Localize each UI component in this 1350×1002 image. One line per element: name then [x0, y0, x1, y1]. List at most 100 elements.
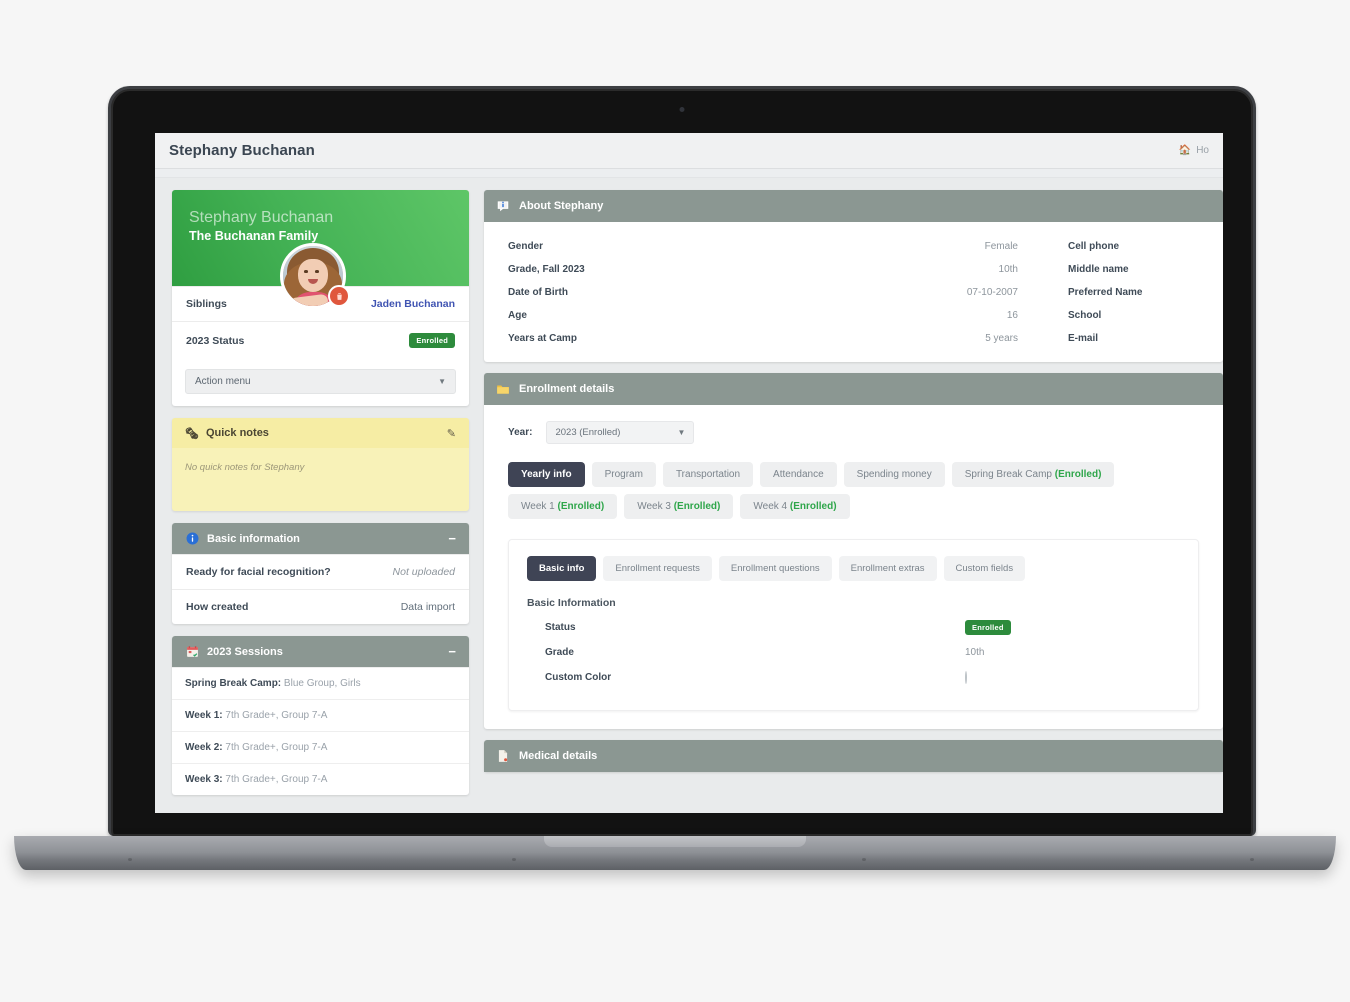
tab-label: Week 1: [521, 501, 555, 512]
facial-recognition-label: Ready for facial recognition?: [186, 566, 331, 578]
tab-label: Transportation: [675, 469, 741, 480]
tab-enrollment-questions[interactable]: Enrollment questions: [718, 556, 832, 581]
custom-color-swatch[interactable]: [965, 671, 967, 684]
collapse-sessions-button[interactable]: −: [448, 645, 456, 658]
sessions-panel: 2023 Sessions − Spring Break Camp: Blue …: [172, 636, 469, 795]
about-row: Gender Female Cell phone: [484, 235, 1223, 258]
status-label: 2023 Status: [186, 334, 245, 347]
action-menu-select[interactable]: Action menu ▼: [185, 369, 456, 394]
base-dot: [512, 858, 516, 861]
yearly-info-card: Basic info Enrollment requests Enrollmen…: [508, 539, 1199, 711]
inner-tabs: Basic info Enrollment requests Enrollmen…: [527, 556, 1180, 581]
basic-info-label: Grade: [545, 647, 574, 658]
basic-info-value: 10th: [965, 647, 985, 658]
laptop-screen: Stephany Buchanan 🏠 Ho Stephany Buchanan…: [155, 133, 1223, 813]
sessions-title: 2023 Sessions: [207, 645, 283, 658]
topbar-divider: [155, 169, 1223, 178]
tab-attendance[interactable]: Attendance: [760, 462, 837, 487]
tab-spring-break-camp[interactable]: Spring Break Camp (Enrolled): [951, 462, 1115, 487]
about-label-secondary: E-mail: [1068, 333, 1099, 344]
tab-enrolled-note: (Enrolled): [1054, 469, 1102, 480]
tab-basic-info[interactable]: Basic info: [527, 556, 597, 581]
about-row: Age 16 School: [484, 304, 1223, 327]
page-title: Stephany Buchanan: [169, 142, 315, 159]
year-select[interactable]: 2023 (Enrolled) ▼: [546, 421, 695, 444]
session-label: Week 1:: [185, 710, 223, 721]
collapse-basic-information-button[interactable]: −: [448, 532, 456, 545]
tab-label: Attendance: [773, 469, 824, 480]
about-label-secondary: School: [1068, 310, 1102, 321]
about-row: Date of Birth 07-10-2007 Preferred Name: [484, 281, 1223, 304]
tab-yearly-info[interactable]: Yearly info: [508, 462, 585, 487]
enrollment-tabs: Yearly info Program Transportation Atten…: [508, 462, 1199, 519]
tab-label: Spring Break Camp: [964, 469, 1052, 480]
tab-label: Spending money: [856, 469, 932, 480]
quick-notes-card: 🗞 Quick notes ✎ No quick notes for Steph…: [172, 418, 469, 511]
tab-week-4[interactable]: Week 4 (Enrolled): [740, 494, 850, 519]
info-circle-icon: [185, 532, 199, 546]
tab-custom-fields[interactable]: Custom fields: [943, 556, 1026, 581]
status-row: 2023 Status Enrolled: [172, 321, 469, 359]
about-value: 16: [1006, 310, 1018, 321]
basic-info-label: Custom Color: [545, 672, 612, 683]
basic-info-status-row: Status Enrolled: [527, 615, 1180, 640]
about-label-secondary: Preferred Name: [1068, 287, 1143, 298]
year-selector-row: Year: 2023 (Enrolled) ▼: [508, 421, 1199, 444]
chevron-down-icon: ▼: [677, 428, 686, 437]
avatar-face: [298, 259, 328, 292]
session-row: Week 3: 7th Grade+, Group 7-A: [172, 763, 469, 795]
medical-header: Medical details: [484, 740, 1223, 772]
main-content: Stephany Buchanan The Buchanan Family Si…: [155, 178, 1223, 813]
breadcrumb[interactable]: 🏠 Ho: [1179, 145, 1209, 156]
base-dot: [1250, 858, 1254, 861]
tab-week-3[interactable]: Week 3 (Enrolled): [624, 494, 734, 519]
basic-information-panel: Basic information − Ready for facial rec…: [172, 523, 469, 624]
app-window: Stephany Buchanan 🏠 Ho Stephany Buchanan…: [155, 133, 1223, 813]
tab-enrollment-extras[interactable]: Enrollment extras: [838, 556, 937, 581]
document-icon: [496, 749, 510, 763]
edit-icon[interactable]: ✎: [447, 427, 456, 440]
how-created-label: How created: [186, 601, 249, 613]
tab-enrolled-note: (Enrolled): [673, 501, 721, 512]
how-created-row: How created Data import: [172, 589, 469, 624]
basic-info-heading: Basic Information: [527, 597, 616, 609]
about-panel: About Stephany Gender Female Cell phone …: [484, 190, 1223, 362]
base-dot: [128, 858, 132, 861]
about-value: 5 years: [985, 333, 1018, 344]
about-value: 07-10-2007: [966, 287, 1018, 298]
webcam-icon: [679, 107, 685, 112]
main-column: About Stephany Gender Female Cell phone …: [484, 190, 1223, 813]
about-value: 10th: [998, 264, 1018, 275]
tab-week-1[interactable]: Week 1 (Enrolled): [508, 494, 618, 519]
quick-notes-empty-text: No quick notes for Stephany: [185, 462, 305, 473]
tab-program[interactable]: Program: [591, 462, 656, 487]
delete-photo-button[interactable]: [328, 285, 350, 307]
sibling-link[interactable]: Jaden Buchanan: [371, 298, 455, 310]
tab-label: Basic info: [539, 563, 585, 574]
enrollment-title: Enrollment details: [519, 383, 615, 395]
medical-title: Medical details: [519, 750, 598, 762]
profile-name: Stephany Buchanan: [189, 209, 334, 226]
quick-notes-title: Quick notes: [205, 427, 269, 439]
about-label: Grade, Fall 2023: [508, 264, 585, 275]
tab-label: Program: [604, 469, 643, 480]
avatar-eye-right: [315, 270, 319, 273]
basic-info-label: Status: [545, 622, 576, 633]
action-menu-label: Action menu: [195, 376, 251, 387]
sessions-title-group: 2023 Sessions: [185, 645, 283, 659]
about-label-secondary: Cell phone: [1068, 241, 1120, 252]
profile-hero: Stephany Buchanan The Buchanan Family: [172, 190, 469, 309]
about-title: About Stephany: [519, 200, 604, 212]
tab-enrollment-requests[interactable]: Enrollment requests: [603, 556, 712, 581]
enrollment-body: Year: 2023 (Enrolled) ▼ Yearly info Prog…: [484, 405, 1223, 729]
laptop-base-notch: [544, 836, 806, 847]
tab-transportation[interactable]: Transportation: [662, 462, 754, 487]
session-label: Week 3:: [185, 774, 223, 785]
tab-spending-money[interactable]: Spending money: [843, 462, 945, 487]
session-label: Spring Break Camp:: [185, 678, 282, 689]
session-label: Week 2:: [185, 742, 223, 753]
session-detail: 7th Grade+, Group 7-A: [225, 710, 328, 721]
basic-info-grade-row: Grade 10th: [527, 640, 1180, 665]
quick-notes-title-group: 🗞 Quick notes: [185, 427, 269, 440]
about-label: Years at Camp: [508, 333, 577, 344]
